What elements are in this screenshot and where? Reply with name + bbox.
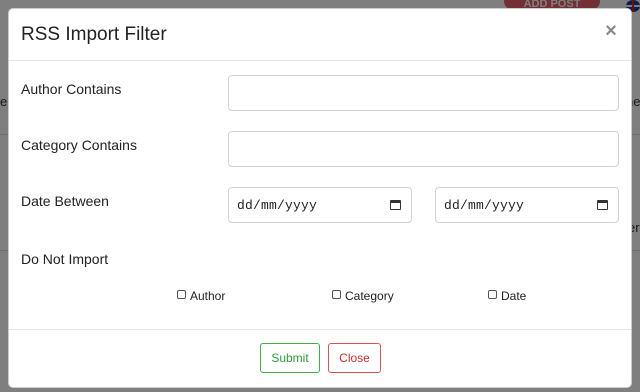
close-button[interactable]: Close (328, 343, 381, 373)
checkbox-label: Category (345, 289, 394, 303)
date-between-label: Date Between (21, 193, 109, 209)
date-to-placeholder: dd/mm/yyyy (444, 198, 525, 213)
category-contains-input[interactable] (228, 131, 619, 167)
author-contains-input[interactable] (228, 75, 619, 111)
checkbox-label: Author (190, 289, 226, 303)
checkbox-box[interactable] (177, 290, 186, 299)
date-from-input[interactable]: dd/mm/yyyy (228, 187, 412, 223)
modal-footer: Submit Close (9, 329, 631, 387)
checkbox-label: Date (501, 289, 527, 303)
checkbox-box[interactable] (332, 290, 341, 299)
author-contains-label: Author Contains (21, 81, 122, 97)
checkbox-box[interactable] (488, 290, 497, 299)
do-not-import-label: Do Not Import (21, 251, 109, 267)
category-contains-label: Category Contains (21, 137, 137, 153)
date-to-input[interactable]: dd/mm/yyyy (435, 187, 619, 223)
submit-button[interactable]: Submit (260, 343, 320, 373)
modal-header: RSS Import Filter × (9, 9, 631, 61)
rss-import-filter-modal: RSS Import Filter × Author Contains Cate… (8, 8, 632, 388)
date-from-placeholder: dd/mm/yyyy (237, 198, 318, 213)
calendar-icon[interactable] (597, 200, 608, 210)
close-icon[interactable]: × (603, 21, 619, 41)
calendar-icon[interactable] (390, 200, 401, 210)
modal-title: RSS Import Filter (21, 24, 167, 45)
